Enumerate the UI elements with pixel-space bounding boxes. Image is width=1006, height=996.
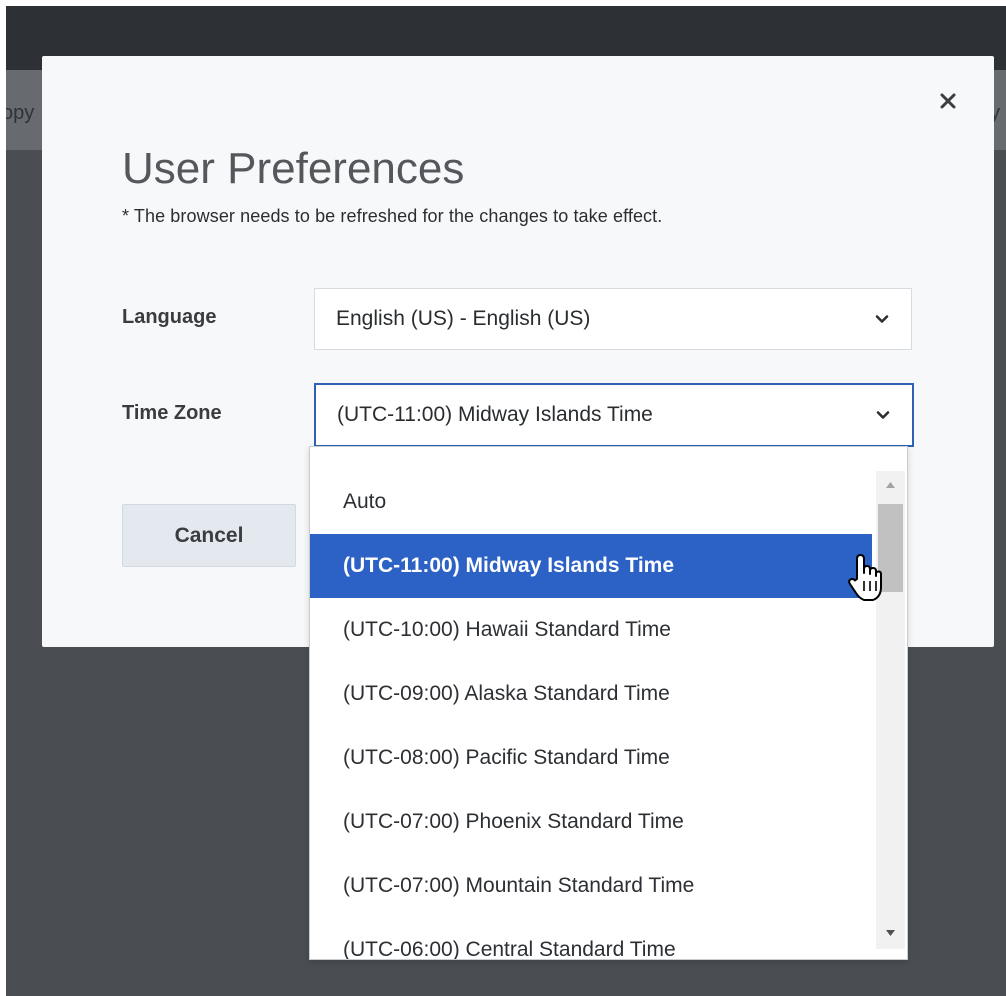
timezone-option[interactable]: (UTC-10:00) Hawaii Standard Time xyxy=(310,598,872,662)
app-frame: opy y User Preferences * The browser nee… xyxy=(6,6,1006,996)
scroll-down-arrow-icon[interactable] xyxy=(884,926,897,939)
timezone-option[interactable]: (UTC-09:00) Alaska Standard Time xyxy=(310,662,872,726)
timezone-option[interactable]: (UTC-08:00) Pacific Standard Time xyxy=(310,726,872,790)
timezone-option[interactable]: (UTC-06:00) Central Standard Time xyxy=(310,918,872,959)
timezone-option-selected[interactable]: (UTC-11:00) Midway Islands Time xyxy=(310,534,872,598)
language-label: Language xyxy=(122,306,217,328)
timezone-label: Time Zone xyxy=(122,402,222,424)
chevron-down-icon xyxy=(876,411,890,419)
timezone-select-value: (UTC-11:00) Midway Islands Time xyxy=(337,403,653,426)
cancel-button[interactable]: Cancel xyxy=(122,504,296,567)
hand-cursor-icon xyxy=(848,554,882,601)
language-select-value: English (US) - English (US) xyxy=(336,307,591,330)
scrollbar[interactable] xyxy=(876,471,905,949)
language-select[interactable]: English (US) - English (US) xyxy=(314,288,912,350)
close-button[interactable] xyxy=(935,88,961,114)
timezone-select[interactable]: (UTC-11:00) Midway Islands Time xyxy=(314,383,914,447)
refresh-note: * The browser needs to be refreshed for … xyxy=(122,206,663,226)
dialog-title: User Preferences xyxy=(122,144,465,193)
timezone-option[interactable]: Auto xyxy=(310,470,872,534)
chevron-down-icon xyxy=(875,315,889,323)
close-icon[interactable] xyxy=(935,88,961,114)
timezone-option[interactable]: (UTC-07:00) Phoenix Standard Time xyxy=(310,790,872,854)
timezone-option[interactable]: (UTC-07:00) Mountain Standard Time xyxy=(310,854,872,918)
background-text-left: opy xyxy=(6,102,35,124)
timezone-dropdown-list[interactable]: Auto (UTC-11:00) Midway Islands Time (UT… xyxy=(309,446,908,960)
scroll-up-arrow-icon[interactable] xyxy=(884,479,897,492)
